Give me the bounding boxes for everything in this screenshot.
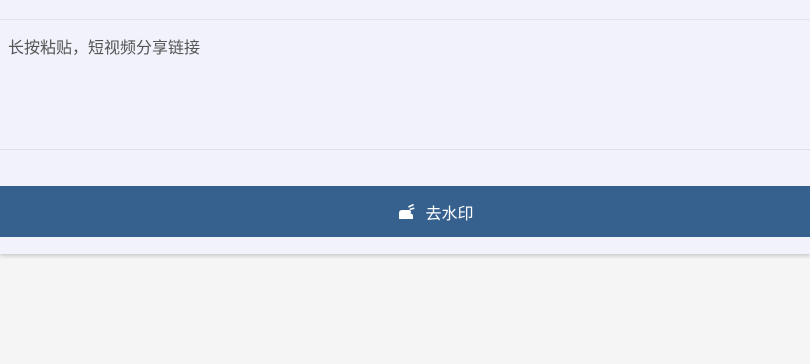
remove-watermark-button[interactable]: 去水印 [0,186,810,237]
wipe-hand-icon [398,203,416,220]
bottom-spacer [0,237,810,254]
remove-watermark-label: 去水印 [425,203,474,223]
top-divider [0,0,810,20]
link-input-area [0,20,810,150]
watermark-form-card: 去水印 [0,0,810,254]
form-spacer [0,150,810,186]
share-link-input[interactable] [0,20,810,149]
